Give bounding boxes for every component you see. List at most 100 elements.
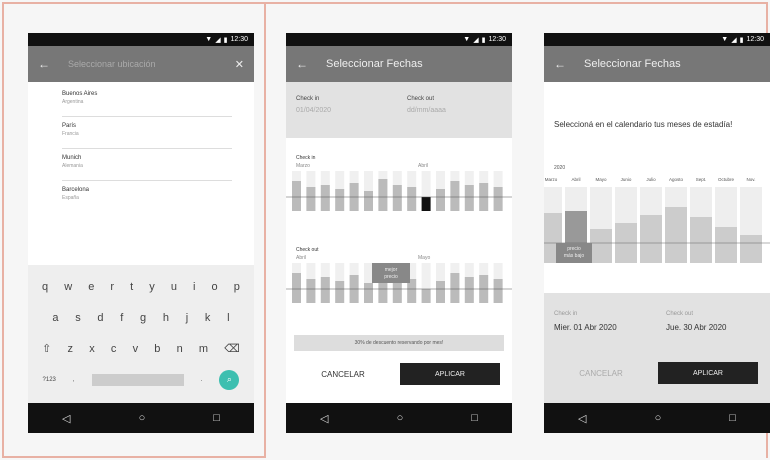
day-price-bar[interactable]: [464, 277, 474, 303]
checkin-date: Mier. 01 Abr 2020: [554, 323, 617, 332]
dialog-actions: CANCELAR APLICAR: [286, 361, 512, 387]
day-price-bar[interactable]: [450, 273, 460, 303]
list-item[interactable]: Munich Alemania: [62, 149, 232, 181]
back-arrow-icon[interactable]: ←: [38, 57, 56, 71]
month-price-bar[interactable]: [665, 207, 687, 263]
key-h[interactable]: h: [163, 312, 169, 324]
day-price-bar[interactable]: [378, 179, 388, 211]
key-y[interactable]: y: [149, 281, 155, 293]
key-symbols[interactable]: ?123: [43, 377, 56, 383]
day-price-bar[interactable]: [450, 181, 460, 211]
nav-home-icon[interactable]: ○: [139, 412, 146, 424]
month-price-bar[interactable]: [740, 235, 762, 263]
key-p[interactable]: p: [234, 281, 240, 293]
day-price-bar[interactable]: [421, 197, 431, 211]
key-s[interactable]: s: [75, 312, 81, 324]
key-g[interactable]: g: [140, 312, 146, 324]
key-o[interactable]: o: [212, 281, 218, 293]
key-period[interactable]: .: [201, 377, 203, 383]
month-price-bar[interactable]: [690, 217, 712, 263]
day-price-bar[interactable]: [320, 277, 330, 303]
tooltip-line1: mejor: [385, 267, 398, 273]
checkout-date: Jue. 30 Abr 2020: [666, 323, 727, 332]
key-z[interactable]: z: [68, 343, 74, 355]
nav-back-icon[interactable]: ◁: [320, 412, 328, 425]
checkout-field[interactable]: Check out dd/mm/aaaa: [407, 96, 500, 138]
day-price-bar[interactable]: [436, 189, 445, 211]
cal2-month-a: Abril: [296, 255, 306, 261]
nav-back-icon[interactable]: ◁: [578, 412, 586, 425]
key-d[interactable]: d: [97, 312, 103, 324]
day-price-bar[interactable]: [292, 181, 301, 211]
key-l[interactable]: l: [227, 312, 229, 324]
key-n[interactable]: n: [177, 343, 183, 355]
nav-recent-icon[interactable]: □: [471, 412, 478, 424]
checkin-summary[interactable]: Check in Mier. 01 Abr 2020: [554, 311, 648, 332]
cal1-month-b: Abril: [418, 163, 428, 169]
key-w[interactable]: w: [64, 281, 72, 293]
day-price-bar[interactable]: [320, 185, 330, 211]
day-price-bar[interactable]: [392, 185, 402, 211]
month-label: Abril: [571, 177, 580, 182]
key-k[interactable]: k: [205, 312, 211, 324]
phone-select-dates-days: ▼ ◢ ▮ 12:30 ← Seleccionar Fechas Check i…: [286, 33, 512, 433]
nav-back-icon[interactable]: ◁: [62, 412, 70, 425]
day-price-bar[interactable]: [364, 283, 373, 303]
day-price-bar[interactable]: [306, 187, 316, 211]
day-price-bar[interactable]: [335, 189, 345, 211]
day-price-bar[interactable]: [407, 187, 417, 211]
key-comma[interactable]: ,: [73, 377, 75, 383]
key-c[interactable]: c: [111, 343, 117, 355]
day-price-bar[interactable]: [335, 281, 345, 303]
day-price-bar[interactable]: [493, 187, 503, 211]
backspace-icon[interactable]: ⌫: [224, 342, 240, 355]
key-f[interactable]: f: [120, 312, 123, 324]
month-price-bar[interactable]: [715, 227, 737, 263]
shift-icon[interactable]: ⇧: [42, 342, 51, 355]
back-arrow-icon[interactable]: ←: [554, 57, 572, 71]
search-go-icon[interactable]: ⌕: [219, 369, 240, 390]
key-e[interactable]: e: [88, 281, 94, 293]
search-input[interactable]: Seleccionar ubicación: [68, 59, 235, 69]
list-item[interactable]: París Francia: [62, 117, 232, 149]
day-price-bar[interactable]: [364, 191, 373, 211]
month-price-bar[interactable]: [640, 215, 662, 263]
apply-button[interactable]: APLICAR: [658, 362, 758, 384]
checkin-bars[interactable]: [286, 171, 512, 211]
checkout-summary[interactable]: Check out Jue. 30 Abr 2020: [666, 311, 760, 332]
key-j[interactable]: j: [186, 312, 188, 324]
checkin-field[interactable]: Check in 01/04/2020: [296, 96, 389, 138]
day-price-bar[interactable]: [292, 273, 301, 303]
day-price-bar[interactable]: [306, 279, 316, 303]
day-price-bar[interactable]: [421, 289, 431, 303]
key-b[interactable]: b: [154, 343, 160, 355]
nav-home-icon[interactable]: ○: [655, 412, 662, 424]
nav-recent-icon[interactable]: □: [729, 412, 736, 424]
key-v[interactable]: v: [133, 343, 139, 355]
close-icon[interactable]: ✕: [235, 58, 244, 71]
day-price-bar[interactable]: [464, 185, 474, 211]
cancel-button[interactable]: CANCELAR: [544, 369, 658, 378]
status-bar: ▼ ◢ ▮ 12:30: [28, 33, 254, 46]
month-price-bar[interactable]: [590, 229, 612, 263]
key-t[interactable]: t: [130, 281, 133, 293]
key-r[interactable]: r: [110, 281, 114, 293]
selection-summary: Check in Mier. 01 Abr 2020 Check out Jue…: [544, 293, 770, 403]
key-x[interactable]: x: [89, 343, 95, 355]
apply-button[interactable]: APLICAR: [400, 363, 500, 385]
cancel-button[interactable]: CANCELAR: [286, 370, 400, 379]
day-price-bar[interactable]: [436, 281, 445, 303]
key-q[interactable]: q: [42, 281, 48, 293]
back-arrow-icon[interactable]: ←: [296, 57, 314, 71]
nav-home-icon[interactable]: ○: [397, 412, 404, 424]
nav-recent-icon[interactable]: □: [213, 412, 220, 424]
key-u[interactable]: u: [171, 281, 177, 293]
page-title: Seleccionar Fechas: [326, 58, 423, 70]
list-item[interactable]: Barcelona España: [62, 181, 232, 213]
key-a[interactable]: a: [52, 312, 58, 324]
space-key[interactable]: [91, 373, 184, 386]
list-item[interactable]: Buenos Aires Argentina: [62, 85, 232, 117]
day-price-bar[interactable]: [493, 279, 503, 303]
key-m[interactable]: m: [199, 343, 208, 355]
key-i[interactable]: i: [193, 281, 195, 293]
